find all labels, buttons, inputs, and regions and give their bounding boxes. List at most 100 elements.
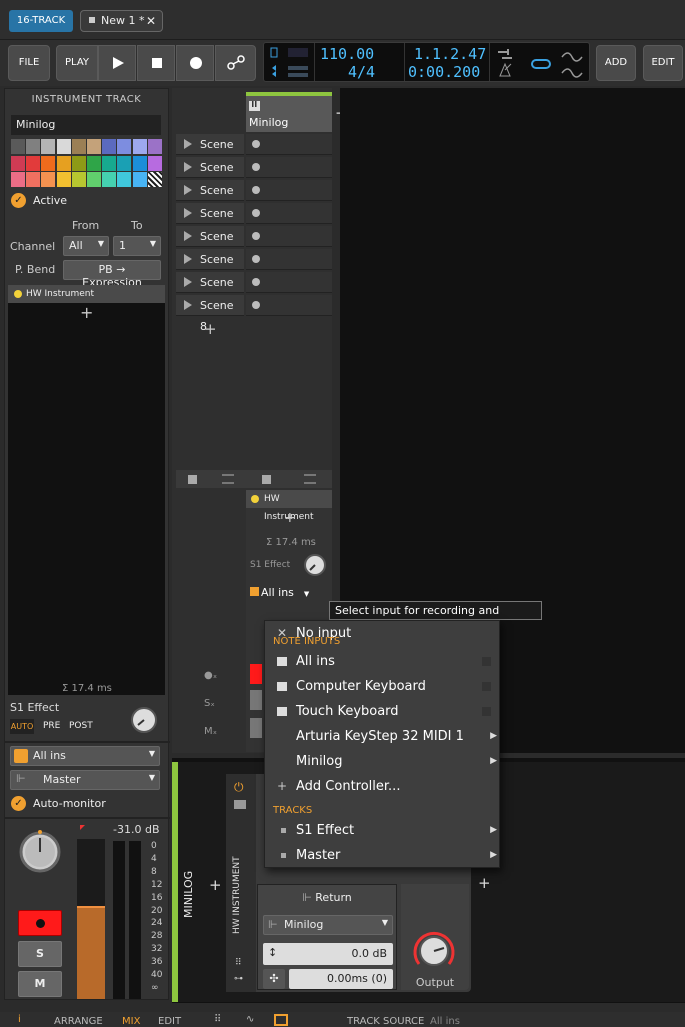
tempo-display[interactable]: 110.00: [320, 45, 374, 63]
delay-mode-icon[interactable]: ✣: [263, 969, 285, 989]
document-tab[interactable]: New 1 * ✕: [80, 10, 163, 32]
scene-6[interactable]: Scene 6: [176, 249, 244, 287]
input-select[interactable]: All ins ▼: [250, 586, 309, 599]
color-swatch[interactable]: [102, 155, 117, 171]
route-icon[interactable]: ⊶: [234, 974, 243, 984]
track-options-icon[interactable]: [304, 474, 316, 484]
scene-1[interactable]: Scene 1: [176, 134, 244, 172]
channel-from-select[interactable]: All ▼: [63, 236, 109, 256]
clip-slot[interactable]: [246, 226, 332, 247]
info-icon[interactable]: i: [18, 1014, 21, 1025]
file-menu-button[interactable]: FILE: [8, 45, 50, 81]
device-power-icon[interactable]: [251, 495, 259, 503]
color-swatch[interactable]: [11, 172, 25, 187]
color-swatch[interactable]: [147, 139, 162, 154]
stop-button[interactable]: [137, 45, 175, 81]
solo-button[interactable]: S: [18, 941, 62, 967]
clip-slot[interactable]: [246, 180, 332, 201]
stop-all-icon[interactable]: [188, 475, 197, 484]
output-select[interactable]: ⊩ Master ▼: [10, 770, 160, 790]
edit-tab[interactable]: EDIT: [158, 1016, 181, 1027]
menu-item-track-1[interactable]: Master ▶: [265, 843, 501, 868]
send-knob[interactable]: [129, 705, 159, 735]
add-scene-icon[interactable]: +: [204, 320, 217, 338]
color-swatch[interactable]: [102, 172, 117, 187]
input-select[interactable]: All ins ▼: [10, 746, 160, 766]
solo-button[interactable]: [250, 690, 262, 710]
record-arm-button[interactable]: [250, 664, 262, 684]
pitch-bend-button[interactable]: PB → Expression: [63, 260, 161, 289]
menu-item-track-0[interactable]: S1 Effect ▶: [265, 818, 501, 843]
scene-7[interactable]: Scene 7: [176, 272, 244, 310]
gain-field[interactable]: ↕ 0.0 dB: [263, 943, 393, 965]
add-device-icon[interactable]: +: [284, 510, 296, 526]
color-swatch[interactable]: [102, 139, 117, 154]
checkbox-icon[interactable]: [482, 657, 491, 666]
color-swatch[interactable]: [132, 155, 147, 171]
color-swatch[interactable]: [56, 172, 71, 187]
color-swatch[interactable]: [147, 172, 162, 187]
active-checkbox[interactable]: ✓: [11, 193, 26, 208]
track-name-field[interactable]: Minilog: [11, 115, 161, 135]
clip-slot[interactable]: [246, 249, 332, 270]
color-swatch[interactable]: [26, 139, 41, 154]
color-swatch[interactable]: [71, 155, 86, 171]
color-swatch[interactable]: [117, 139, 132, 154]
scene-5[interactable]: Scene 5: [176, 226, 244, 264]
color-swatch[interactable]: [117, 155, 132, 171]
color-swatch[interactable]: [147, 155, 162, 171]
panels-icon[interactable]: ⠿: [214, 1014, 221, 1025]
color-swatch[interactable]: [132, 172, 147, 187]
device-header[interactable]: HW Instrument: [246, 490, 332, 522]
scene-2[interactable]: Scene 2: [176, 157, 244, 195]
loop-icon[interactable]: [530, 51, 554, 75]
record-button[interactable]: [176, 45, 214, 81]
color-swatch[interactable]: [56, 155, 71, 171]
groove-curves-icon[interactable]: [560, 47, 584, 79]
clip-slot[interactable]: [246, 134, 332, 155]
device-panel-icon[interactable]: [274, 1014, 288, 1026]
menu-item-device-1[interactable]: Minilog ▶: [265, 749, 501, 774]
clip-slot[interactable]: [246, 272, 332, 293]
color-swatch[interactable]: [132, 139, 147, 154]
arrange-tab[interactable]: ARRANGE: [54, 1016, 103, 1027]
punch-metronome-icon[interactable]: [494, 46, 520, 80]
project-layout-button[interactable]: 16-TRACK: [9, 10, 73, 32]
add-button[interactable]: ADD: [596, 45, 636, 81]
scene-8[interactable]: Scene 8: [176, 295, 244, 333]
color-swatch[interactable]: [87, 155, 101, 171]
checkbox-icon[interactable]: [482, 707, 491, 716]
send-pre-button[interactable]: PRE: [43, 721, 60, 731]
color-swatch[interactable]: [26, 172, 41, 187]
mute-button[interactable]: [250, 718, 262, 738]
color-swatch[interactable]: [41, 139, 56, 154]
close-tab-icon[interactable]: ✕: [146, 11, 156, 31]
add-device-icon[interactable]: +: [209, 876, 222, 894]
delay-field[interactable]: 0.00ms (0): [289, 969, 393, 989]
menu-item-add-controller[interactable]: + Add Controller...: [265, 774, 501, 799]
edit-button[interactable]: EDIT: [643, 45, 683, 81]
solo-all-icon[interactable]: Sₓ: [204, 698, 215, 709]
menu-item-note-input-1[interactable]: Computer Keyboard: [265, 674, 501, 699]
scene-options-icon[interactable]: [222, 474, 234, 484]
color-swatch[interactable]: [56, 139, 71, 154]
launch-scene-icon[interactable]: [184, 208, 192, 218]
menu-item-device-0[interactable]: Arturia KeyStep 32 MIDI 1 ▶: [265, 724, 501, 749]
channel-to-select[interactable]: 1 ▼: [113, 236, 161, 256]
launch-scene-icon[interactable]: [184, 254, 192, 264]
color-swatch[interactable]: [71, 139, 86, 154]
output-knob[interactable]: [411, 928, 457, 974]
send-auto-button[interactable]: AUTO: [10, 719, 34, 734]
add-device-icon[interactable]: +: [478, 874, 491, 892]
position-bars-display[interactable]: 1.1.2.47: [414, 45, 486, 63]
checkbox-icon[interactable]: [482, 682, 491, 691]
add-device-icon[interactable]: +: [80, 303, 93, 322]
pan-knob[interactable]: [17, 829, 63, 875]
launch-scene-icon[interactable]: [184, 139, 192, 149]
record-arm-all-icon[interactable]: ●ₓ: [204, 670, 217, 681]
color-swatch[interactable]: [87, 139, 101, 154]
launch-scene-icon[interactable]: [184, 300, 192, 310]
device-power-icon[interactable]: [14, 290, 22, 298]
color-swatch[interactable]: [41, 172, 56, 187]
automation-write-button[interactable]: [215, 45, 256, 81]
